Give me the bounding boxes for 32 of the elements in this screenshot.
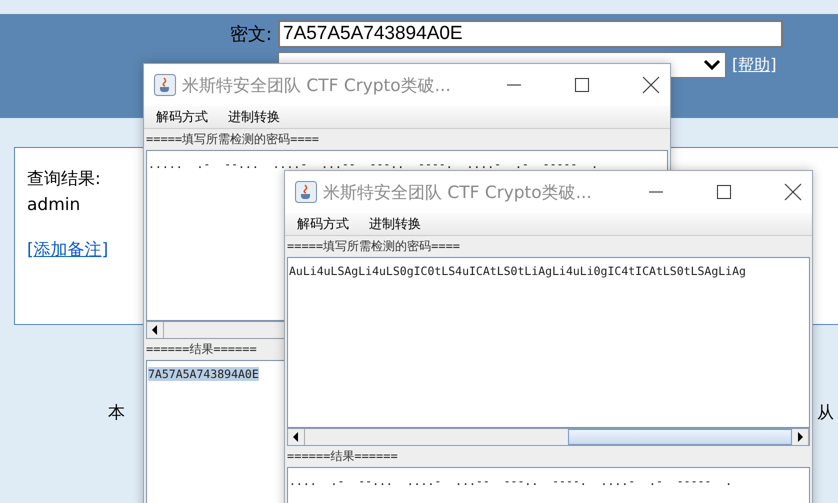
result-value: admin [27, 194, 80, 217]
section-label: ======结果====== [286, 448, 399, 465]
menu-item[interactable]: 进制转换 [220, 108, 288, 126]
result-text: .... .- --... ....- ...-- ---.. ----. ....- .- ----- . [289, 474, 732, 488]
chevron-icon [703, 59, 721, 71]
input-text: ..... .- --... ....- ...-- ---.. ----. ....- .- ----- . [148, 157, 598, 171]
input-area[interactable]: AuLi4uLSAgLi4uLS0gIC0tLS4uICAtLS0tLiAgLi4uLi0gIC4tICAtLS0tLSAgLiAg [287, 257, 810, 428]
window-title: 米斯特安全团队 CTF Crypto类破... [323, 182, 593, 204]
cipher-field[interactable]: 7A57A5A743894A0E [278, 20, 783, 48]
section-label: ======结果====== [145, 341, 258, 358]
coffee-cup-icon [295, 181, 317, 203]
help-link[interactable]: [帮助] [732, 54, 776, 76]
footer-text: 从 [817, 402, 834, 424]
menu-item[interactable]: 解码方式 [289, 215, 357, 233]
close-icon[interactable] [642, 76, 660, 94]
input-text: AuLi4uLSAgLi4uLS0gIC0tLS4uICAtLS0tLiAgLi4uLi0gIC4tICAtLS0tLSAgLiAg [289, 264, 746, 278]
scrollbar[interactable] [287, 428, 810, 446]
menu-item[interactable]: 解码方式 [148, 108, 216, 126]
menu-item[interactable]: 进制转换 [361, 215, 429, 233]
maximize-icon[interactable] [716, 184, 732, 200]
result-title: 查询结果: [27, 168, 101, 191]
cipher-label: 密文: [228, 23, 272, 46]
footer-text: 本 [108, 402, 125, 424]
close-icon[interactable] [784, 183, 802, 201]
maximize-icon[interactable] [574, 77, 590, 93]
add-note-link[interactable]: [添加备注] [27, 238, 108, 261]
coffee-cup-icon [154, 74, 176, 96]
scrollbar-thumb[interactable] [568, 429, 792, 445]
section-label: =====填写所需检测的密码==== [286, 238, 462, 255]
window-title: 米斯特安全团队 CTF Crypto类破... [182, 74, 452, 96]
result-text: 7A57A5A743894A0E [148, 367, 259, 381]
section-label: =====填写所需检测的密码==== [145, 131, 320, 148]
